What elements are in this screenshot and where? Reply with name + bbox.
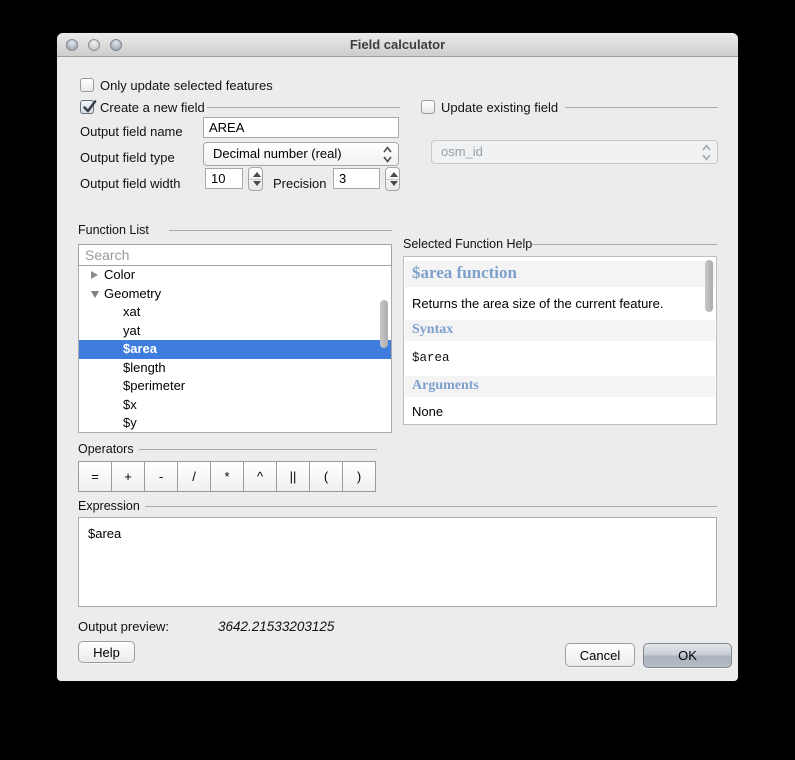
operator-plus-button[interactable]: + (111, 461, 145, 492)
tree-item-perimeter[interactable]: $perimeter (79, 377, 391, 396)
operator-multiply-button[interactable]: * (210, 461, 244, 492)
operator-equals-button[interactable]: = (78, 461, 112, 492)
tree-item-yat[interactable]: yat (79, 322, 391, 341)
width-stepper[interactable] (248, 167, 263, 191)
tree-item-xat[interactable]: xat (79, 303, 391, 322)
help-title-band: $area function (405, 261, 715, 287)
function-tree: Color Geometry xat yat $area $length $pe… (78, 266, 392, 433)
output-field-name-input[interactable] (203, 117, 399, 138)
help-syntax-band: Syntax (405, 320, 715, 341)
stepper-down-icon[interactable] (390, 181, 398, 186)
update-existing-field-label: Update existing field (441, 100, 558, 115)
create-group-line (207, 107, 400, 108)
tree-scrollbar[interactable] (380, 300, 388, 348)
operators-label: Operators (78, 442, 134, 456)
stepper-up-icon[interactable] (390, 172, 398, 177)
help-button[interactable]: Help (78, 641, 135, 663)
operator-open-paren-button[interactable]: ( (309, 461, 343, 492)
operator-power-button[interactable]: ^ (243, 461, 277, 492)
title-bar[interactable]: Field calculator (57, 33, 738, 57)
tree-item-y[interactable]: $y (79, 414, 391, 433)
expanded-arrow-icon[interactable] (91, 291, 99, 298)
update-existing-field-checkbox[interactable] (421, 100, 435, 114)
only-update-selected-label: Only update selected features (100, 78, 273, 93)
create-new-field-label: Create a new field (100, 100, 205, 115)
tree-item-geometry[interactable]: Geometry (79, 285, 391, 304)
tree-item-area-selected[interactable]: $area (79, 340, 391, 359)
tree-item-color[interactable]: Color (79, 266, 391, 285)
search-input[interactable] (78, 244, 392, 266)
update-group-line (565, 107, 718, 108)
syntax-code: $area (412, 351, 450, 365)
operator-concat-button[interactable]: || (276, 461, 310, 492)
combo-arrows-icon (702, 144, 711, 161)
selected-function-help-label: Selected Function Help (403, 237, 532, 251)
help-description: Returns the area size of the current fea… (412, 296, 663, 311)
help-line (532, 244, 717, 245)
expression-label: Expression (78, 499, 140, 513)
function-list-label: Function List (78, 223, 149, 237)
operators-row: = + - / * ^ || ( ) (79, 461, 376, 492)
expression-line (145, 506, 717, 507)
precision-stepper[interactable] (385, 167, 400, 191)
window-title: Field calculator (57, 33, 738, 57)
stepper-down-icon[interactable] (253, 181, 261, 186)
ok-button[interactable]: OK (643, 643, 732, 668)
cancel-button[interactable]: Cancel (565, 643, 635, 667)
existing-field-value: osm_id (441, 141, 483, 163)
output-field-name-label: Output field name (80, 124, 183, 139)
output-preview-label: Output preview: (78, 619, 169, 634)
arguments-value: None (412, 404, 443, 419)
output-field-width-input[interactable] (205, 168, 243, 189)
tree-item-x[interactable]: $x (79, 396, 391, 415)
only-update-selected-checkbox[interactable] (80, 78, 94, 92)
operator-minus-button[interactable]: - (144, 461, 178, 492)
syntax-heading: Syntax (412, 322, 453, 338)
output-field-type-select[interactable]: Decimal number (real) (203, 142, 399, 166)
tree-item-length[interactable]: $length (79, 359, 391, 378)
collapsed-arrow-icon[interactable] (91, 271, 98, 279)
stepper-up-icon[interactable] (253, 172, 261, 177)
checkmark-icon (81, 98, 99, 116)
expression-editor[interactable]: $area (78, 517, 717, 607)
existing-field-select: osm_id (431, 140, 718, 164)
help-scrollbar[interactable] (705, 260, 713, 312)
arguments-heading: Arguments (412, 378, 479, 394)
operators-line (139, 449, 377, 450)
help-arguments-band: Arguments (405, 376, 715, 397)
output-field-width-label: Output field width (80, 176, 180, 191)
help-title: $area function (412, 263, 517, 283)
precision-label: Precision (273, 176, 326, 191)
desktop-background: { "window": { "title": "Field calculator… (0, 0, 795, 760)
combo-arrows-icon (383, 146, 392, 163)
function-list-line (169, 230, 392, 231)
operator-close-paren-button[interactable]: ) (342, 461, 376, 492)
output-field-type-value: Decimal number (real) (213, 143, 342, 165)
output-field-type-label: Output field type (80, 150, 175, 165)
precision-input[interactable] (333, 168, 380, 189)
operator-divide-button[interactable]: / (177, 461, 211, 492)
function-help-panel: $area function Returns the area size of … (403, 256, 717, 425)
output-preview-value: 3642.21533203125 (218, 619, 334, 634)
create-new-field-checkbox[interactable] (80, 100, 94, 114)
field-calculator-dialog: Field calculator Only update selected fe… (57, 33, 738, 681)
